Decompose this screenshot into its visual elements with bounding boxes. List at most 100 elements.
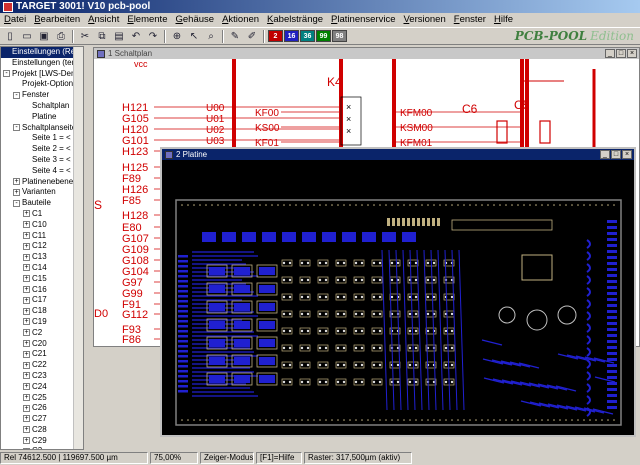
tree-item[interactable]: + C1 [1,209,83,220]
tree-scrollbar[interactable] [73,47,83,449]
tree-item[interactable]: + C27 [1,414,83,425]
tree-item[interactable]: + C29 [1,436,83,447]
tree-item[interactable]: + C15 [1,274,83,285]
tree-item[interactable]: Projekt-Optione [1,79,83,90]
expand-icon[interactable]: + [13,188,20,196]
expand-icon[interactable]: + [23,307,30,315]
expand-icon[interactable]: + [23,242,30,250]
minimize-button[interactable]: _ [600,150,610,159]
schematic-window-titlebar[interactable]: 1 Schaltplan _ □ × [94,48,639,59]
redo-icon[interactable]: ↷ [145,29,161,44]
menu-item-10[interactable]: Hilfe [490,14,517,25]
expand-icon[interactable]: + [23,426,30,434]
menu-item-8[interactable]: Versionen [399,14,449,25]
expand-icon[interactable]: + [23,447,30,449]
tree-item[interactable]: Seite 3 = < [1,155,83,166]
minimize-button[interactable]: _ [605,49,615,58]
collapse-icon[interactable]: - [3,69,10,77]
tree-item[interactable]: - Projekt [LWS-Dem [1,69,83,80]
tree-item[interactable]: + C21 [1,349,83,360]
expand-icon[interactable]: + [23,221,30,229]
expand-icon[interactable]: + [23,415,30,423]
layer-button-1[interactable]: 16 [284,30,299,42]
expand-icon[interactable]: + [23,264,30,272]
tree-item[interactable]: + Varianten [1,187,83,198]
layer-button-2[interactable]: 36 [300,30,315,42]
menu-item-4[interactable]: Gehäuse [172,14,219,25]
pen-icon[interactable]: ✎ [227,29,243,44]
tree-item[interactable]: - Fenster [1,90,83,101]
tree-item[interactable]: Seite 2 = < [1,144,83,155]
save-icon[interactable]: ▣ [36,29,52,44]
close-button[interactable]: × [622,150,632,159]
layer-button-3[interactable]: 99 [316,30,331,42]
board-window-titlebar[interactable]: 2 Platine _ □ × [162,149,634,160]
cut-icon[interactable]: ✂ [77,29,93,44]
tree-item[interactable]: Einstellungen (tem) [1,58,83,69]
pointer-icon[interactable]: ↖ [186,29,202,44]
tree-item[interactable]: + Platinenebene [1,177,83,188]
tree-item[interactable]: + C19 [1,317,83,328]
tree-item[interactable]: Schaltplan [1,101,83,112]
paste-icon[interactable]: ▤ [111,29,127,44]
tree-item[interactable]: + C18 [1,306,83,317]
layer-button-0[interactable]: 2 [268,30,283,42]
tree-item[interactable]: + C12 [1,241,83,252]
expand-icon[interactable]: + [23,339,30,347]
menu-item-0[interactable]: Datei [0,14,30,25]
expand-icon[interactable]: + [23,437,30,445]
tree-item[interactable]: +C3 [1,446,83,449]
new-icon[interactable]: ▯ [2,29,18,44]
expand-icon[interactable]: + [23,231,30,239]
board-window[interactable]: 2 Platine _ □ × [160,147,636,437]
tree-item[interactable]: + C2 [1,328,83,339]
tree-item[interactable]: + C23 [1,371,83,382]
collapse-icon[interactable]: - [13,91,20,99]
tree-item[interactable]: + C24 [1,382,83,393]
tree-item[interactable]: + C16 [1,285,83,296]
expand-icon[interactable]: + [23,350,30,358]
menu-item-7[interactable]: Platinenservice [327,14,399,25]
tree-item[interactable]: + C11 [1,231,83,242]
menu-item-2[interactable]: Ansicht [84,14,123,25]
expand-icon[interactable]: + [23,296,30,304]
tree-item[interactable]: + C28 [1,425,83,436]
maximize-button[interactable]: □ [611,150,621,159]
brush-icon[interactable]: ✐ [244,29,260,44]
tree-item[interactable]: + C17 [1,295,83,306]
expand-icon[interactable]: + [13,177,20,185]
menu-item-3[interactable]: Elemente [123,14,171,25]
expand-icon[interactable]: + [23,372,30,380]
expand-icon[interactable]: + [23,318,30,326]
tree-item[interactable]: Seite 1 = < [1,133,83,144]
tree-item[interactable]: Platine [1,112,83,123]
collapse-icon[interactable]: - [13,123,20,131]
expand-icon[interactable]: + [23,404,30,412]
collapse-icon[interactable]: - [13,199,20,207]
menu-item-9[interactable]: Fenster [450,14,490,25]
tree-item[interactable]: + C13 [1,252,83,263]
tree-item[interactable]: - Bauteile [1,198,83,209]
open-icon[interactable]: ▭ [19,29,35,44]
tree-item[interactable]: + C20 [1,339,83,350]
print-icon[interactable]: ⎙ [53,29,69,44]
expand-icon[interactable]: + [23,285,30,293]
expand-icon[interactable]: + [23,275,30,283]
expand-icon[interactable]: + [23,393,30,401]
expand-icon[interactable]: + [23,361,30,369]
tree-item[interactable]: Seite 4 = < [1,166,83,177]
expand-icon[interactable]: + [23,383,30,391]
expand-icon[interactable]: + [23,210,30,218]
menu-item-1[interactable]: Bearbeiten [30,14,84,25]
menu-item-5[interactable]: Aktionen [218,14,263,25]
tree-item[interactable]: + C25 [1,393,83,404]
layer-button-4[interactable]: 98 [332,30,347,42]
menu-item-6[interactable]: Kabelstränge [263,14,327,25]
tree-item[interactable]: Einstellungen (Rec [1,47,83,58]
tree-item[interactable]: - Schaltplanseite [1,123,83,134]
zoom-icon[interactable]: ⊕ [169,29,185,44]
tree-item[interactable]: + C26 [1,403,83,414]
expand-icon[interactable]: + [23,329,30,337]
tree-item[interactable]: + C14 [1,263,83,274]
pcb-canvas[interactable] [162,160,634,435]
